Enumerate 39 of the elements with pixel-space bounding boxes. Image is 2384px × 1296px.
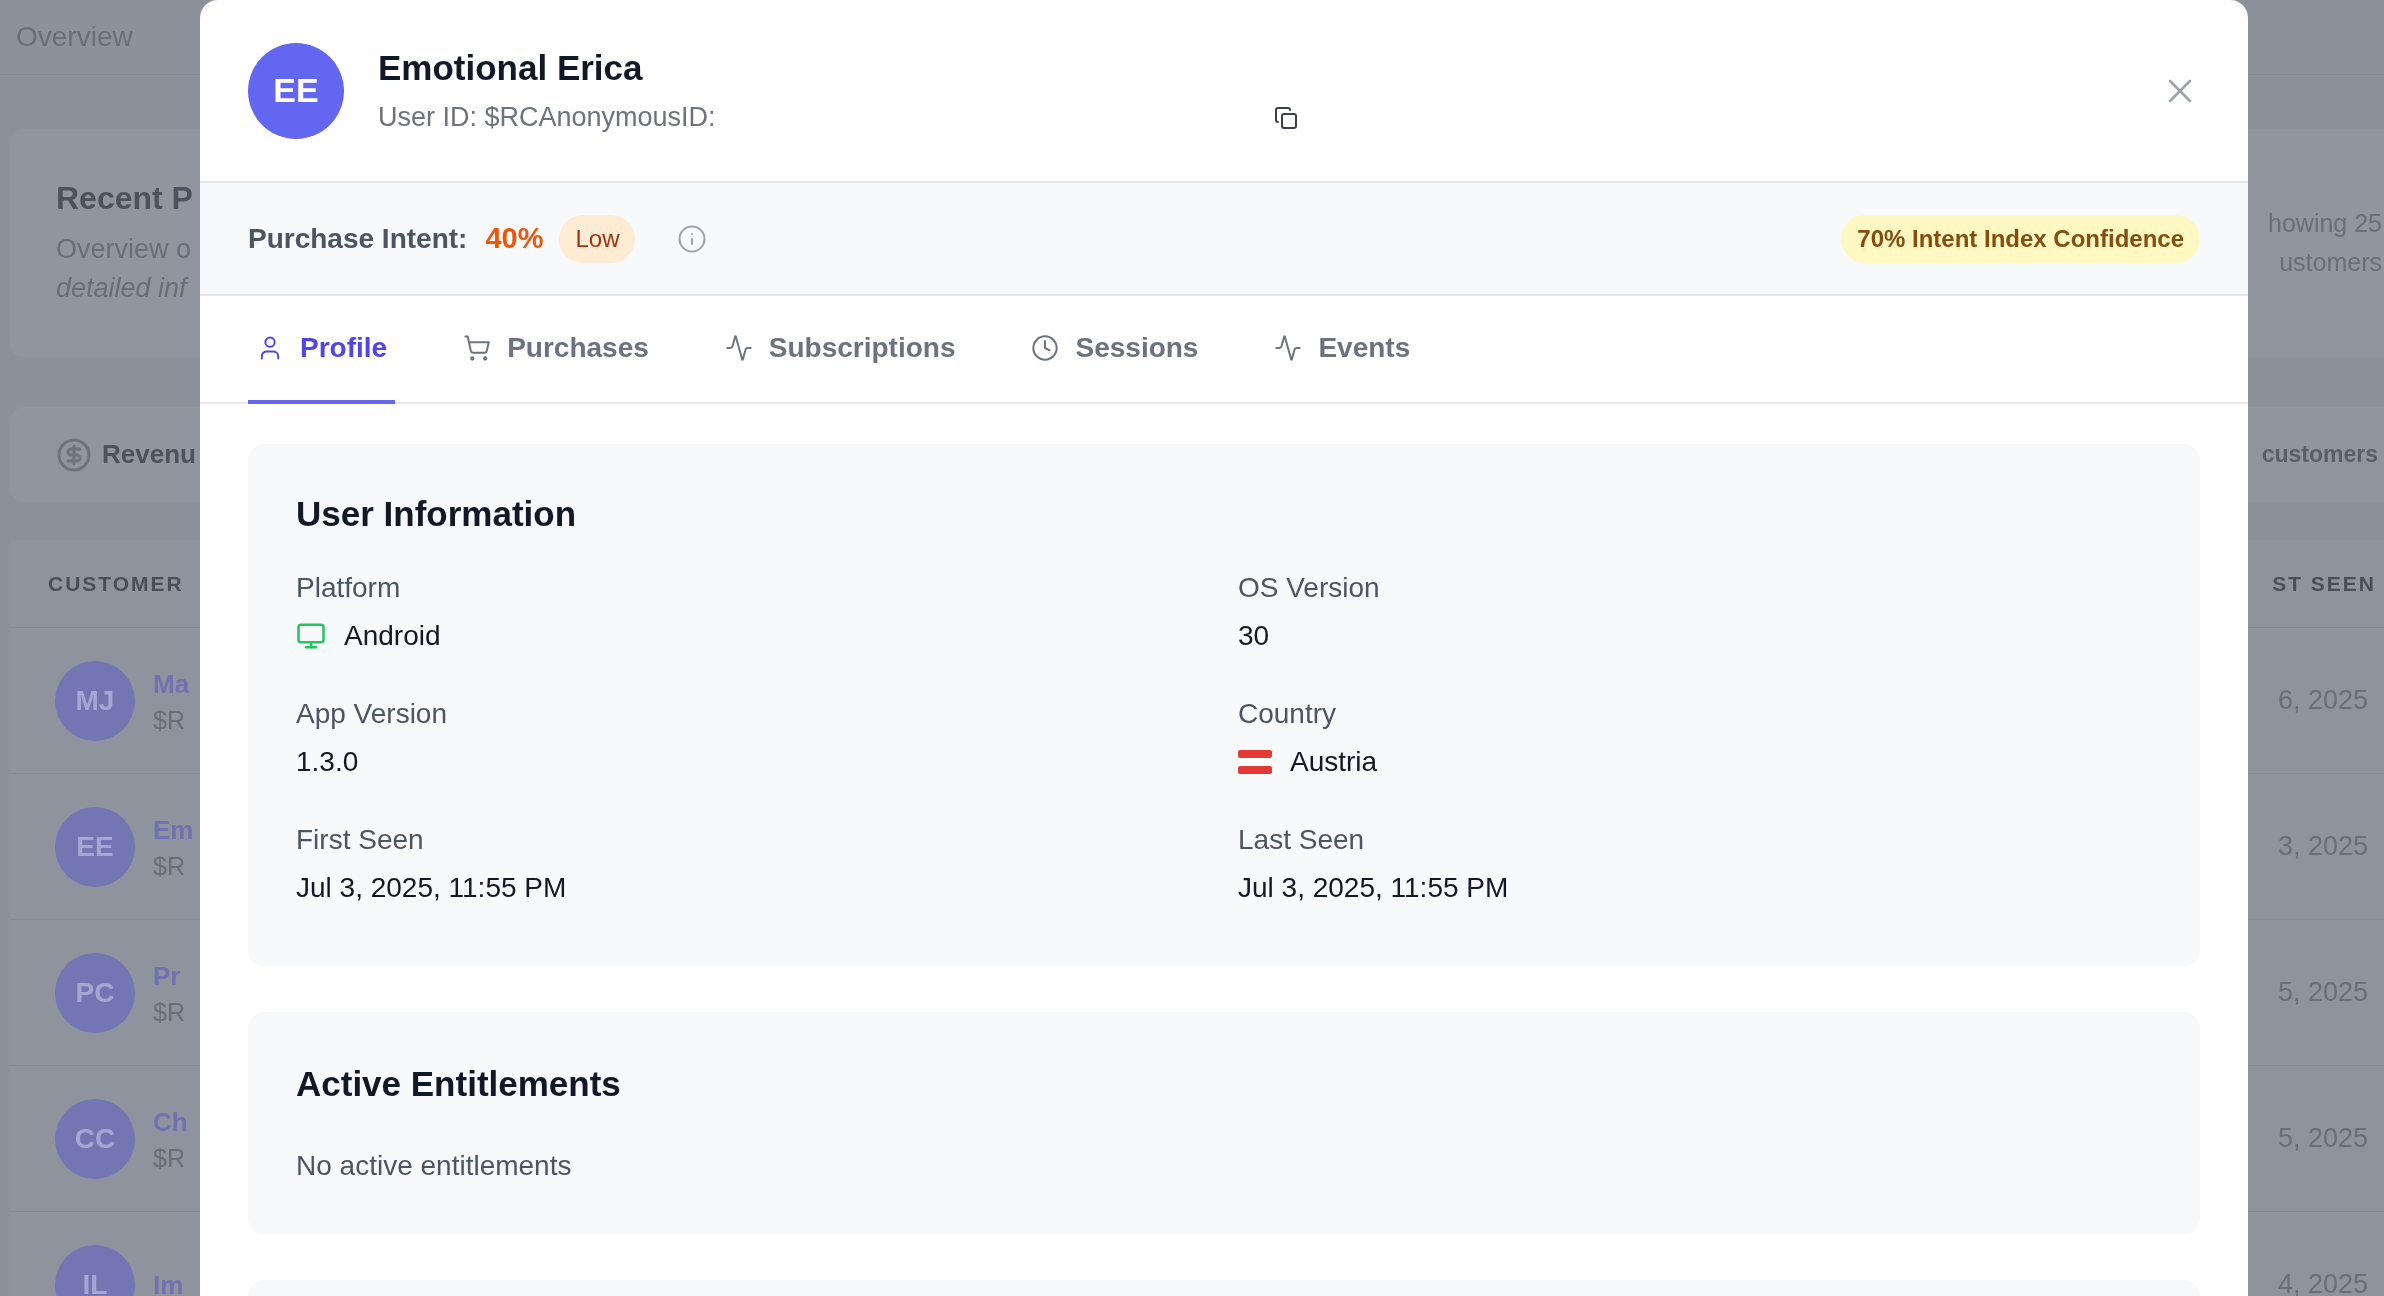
user-avatar: EE	[248, 42, 344, 139]
cart-icon	[463, 334, 492, 362]
field-label: Platform	[296, 572, 402, 604]
field-value: 30	[1238, 620, 1270, 652]
field-label: App Version	[296, 698, 448, 730]
empty-message: No active entitlements	[296, 1150, 573, 1182]
dollar-icon	[56, 436, 92, 473]
clock-icon	[1031, 334, 1060, 362]
flag-icon	[1238, 750, 1272, 774]
tab[interactable]: Sessions	[1023, 296, 1207, 404]
field-value: Jul 3, 2025, 11:55 PM	[1238, 872, 1509, 904]
column-header: ST SEEN	[2248, 540, 2384, 628]
user-name: Emotional Erica	[378, 48, 644, 88]
pulse-icon	[1274, 334, 1303, 362]
rating-badge: Low	[559, 214, 636, 263]
copy-icon[interactable]	[1274, 105, 1298, 130]
field-value: Android	[344, 620, 441, 652]
field-label: OS Version	[1238, 572, 1381, 604]
revenue-label: Revenu	[102, 439, 196, 470]
pulse-icon	[724, 334, 753, 362]
section-title: Active Entitlements	[296, 1064, 622, 1104]
field-label: Country	[1238, 698, 1338, 730]
intent-label: Purchase Intent:	[248, 222, 468, 255]
field-value: Jul 3, 2025, 11:55 PM	[296, 872, 567, 904]
info-icon[interactable]	[677, 223, 708, 254]
tab[interactable]: Events	[1266, 296, 1419, 404]
field-value: 1.3.0	[296, 746, 359, 778]
tab[interactable]: Profile	[248, 296, 396, 404]
field-label: Last Seen	[1238, 824, 1366, 856]
confidence-badge: 70% Intent Index Confidence	[1841, 214, 2200, 263]
monitor-icon	[296, 621, 326, 651]
intent-value: 40%	[485, 222, 544, 255]
field-value: Austria	[1290, 746, 1378, 778]
card-title: Recent P	[56, 179, 193, 218]
user-id: User ID: $RCAnonymousID:	[378, 102, 716, 133]
tab[interactable]: Purchases	[455, 296, 657, 404]
section-title: User Information	[296, 494, 578, 534]
tab[interactable]: Subscriptions	[716, 296, 964, 404]
field-label: First Seen	[296, 824, 425, 856]
